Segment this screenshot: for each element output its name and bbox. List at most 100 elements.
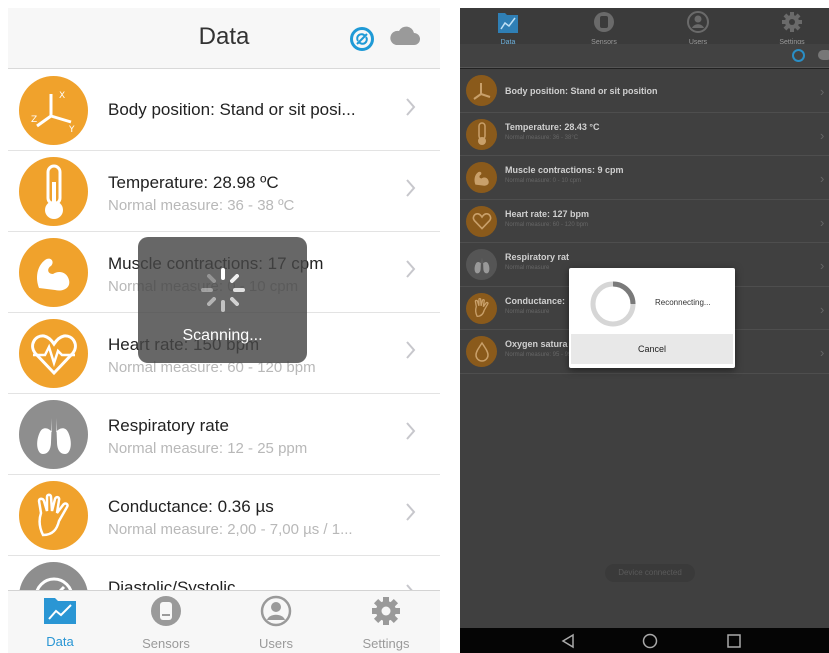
item-title: Temperature: 28.98 ºC xyxy=(108,173,279,192)
hand-icon xyxy=(19,481,88,550)
chevron-right-icon xyxy=(406,503,416,526)
cloud-icon[interactable] xyxy=(818,50,829,60)
item-title: Respiratory rate xyxy=(108,416,229,435)
item-subtitle: Normal measure xyxy=(505,308,550,315)
toast-message: Device connected xyxy=(605,564,695,582)
scanning-label: Scanning... xyxy=(182,327,263,344)
chevron-right-icon: › xyxy=(820,258,825,273)
item-subtitle: Normal measure: 36 - 38°C xyxy=(505,134,579,141)
muscle-icon xyxy=(466,162,497,193)
axes-icon: X Y Z xyxy=(19,76,88,145)
tab-label: Sensors xyxy=(142,636,190,651)
tab-sensors[interactable]: Sensors xyxy=(574,10,634,46)
chevron-right-icon: › xyxy=(820,345,825,360)
thermometer-icon xyxy=(19,157,88,226)
lungs-icon xyxy=(466,249,497,280)
item-title: Body position: Stand or sit posi... xyxy=(108,100,356,119)
tab-sensors[interactable]: Sensors xyxy=(126,595,206,651)
android-nav-bar xyxy=(460,628,829,653)
chevron-right-icon: › xyxy=(820,84,825,99)
list-item-conductance[interactable]: Conductance: 0.36 µs Normal measure: 2,0… xyxy=(8,475,440,556)
cloud-icon[interactable] xyxy=(388,25,420,52)
gear-icon xyxy=(372,597,400,625)
chevron-right-icon xyxy=(406,341,416,364)
chevron-right-icon: › xyxy=(820,171,825,186)
hand-icon xyxy=(466,292,497,324)
scanning-overlay: Scanning... xyxy=(138,237,307,363)
gear-icon xyxy=(782,12,802,32)
item-subtitle: Normal measure: 36 - 38 ºC xyxy=(108,197,295,214)
user-icon xyxy=(687,11,709,33)
list-item-muscle-contractions[interactable]: Muscle contractions: 9 cpm Normal measur… xyxy=(460,156,829,200)
tab-bar: Data Sensors Users Settings xyxy=(460,8,829,46)
item-title: Temperature: 28.43 °C xyxy=(505,121,600,132)
item-subtitle: Normal measure: 2,00 - 7,00 µs / 1... xyxy=(108,521,353,538)
sync-icon[interactable] xyxy=(792,49,805,62)
recents-icon[interactable] xyxy=(726,633,742,649)
dialog-message: Reconnecting... xyxy=(655,298,711,307)
back-icon[interactable] xyxy=(560,633,576,649)
axes-icon xyxy=(466,75,497,106)
tab-settings[interactable]: Settings xyxy=(346,595,426,651)
reconnecting-dialog: Reconnecting... Cancel xyxy=(569,268,735,368)
tab-settings[interactable]: Settings xyxy=(762,10,822,46)
ios-screen: Data X Y Z Body position: Stand or sit pos… xyxy=(8,8,440,653)
android-screen: Data Sensors Users Settings Body positio… xyxy=(460,8,829,653)
cancel-button[interactable]: Cancel xyxy=(571,334,733,364)
item-subtitle: Normal measure xyxy=(505,265,550,271)
tab-data[interactable]: Data xyxy=(20,595,100,649)
item-title: Conductance: xyxy=(505,295,566,306)
chevron-right-icon xyxy=(406,260,416,283)
item-title: Heart rate: 127 bpm xyxy=(505,208,590,219)
lungs-icon xyxy=(19,400,88,469)
progress-spinner-icon xyxy=(590,281,636,327)
home-icon[interactable] xyxy=(642,633,658,649)
muscle-icon xyxy=(19,238,88,307)
tab-label: Data xyxy=(46,634,74,649)
item-title: Oxygen satura xyxy=(505,339,568,349)
sync-icon[interactable] xyxy=(350,27,374,51)
tab-label: Users xyxy=(259,636,293,651)
chevron-right-icon: › xyxy=(820,214,825,230)
list-item-respiratory-rate[interactable]: Respiratory rate Normal measure: 12 - 25… xyxy=(8,394,440,475)
svg-text:Z: Z xyxy=(31,115,37,125)
page-title: Data xyxy=(198,23,250,50)
sensor-icon xyxy=(151,596,181,626)
chevron-right-icon xyxy=(406,422,416,445)
spinner-icon xyxy=(201,268,245,312)
item-subtitle: Normal measure: 95 - 99% xyxy=(505,352,577,358)
list-item-heart-rate[interactable]: Heart rate: 127 bpm Normal measure: 60 -… xyxy=(460,200,829,243)
user-icon xyxy=(260,595,292,627)
heart-icon xyxy=(466,205,497,237)
sensor-icon xyxy=(594,12,614,32)
thermometer-icon xyxy=(466,118,497,150)
item-title: Respiratory rat xyxy=(505,252,570,262)
chevron-right-icon: › xyxy=(820,301,825,317)
navigation-bar: Data xyxy=(8,8,440,69)
chevron-right-icon: › xyxy=(820,127,825,143)
svg-text:Y: Y xyxy=(68,125,75,135)
tab-data[interactable]: Data xyxy=(478,10,538,46)
oxygen-icon xyxy=(466,336,497,367)
status-strip xyxy=(460,44,829,68)
tab-bar: Data Sensors Users Settings xyxy=(8,590,440,653)
item-subtitle: Normal measure: 0 - 10 cpm xyxy=(505,178,582,184)
heart-icon xyxy=(19,319,88,388)
folder-chart-icon xyxy=(498,13,518,33)
tab-users[interactable]: Users xyxy=(236,595,316,651)
item-subtitle: Normal measure: 12 - 25 ppm xyxy=(108,440,308,457)
item-subtitle: Normal measure: 60 - 120 bpm xyxy=(505,221,589,228)
folder-chart-icon xyxy=(44,598,76,624)
tab-label: Settings xyxy=(362,636,410,651)
item-title: Conductance: 0.36 µs xyxy=(108,497,274,516)
list-item-temperature[interactable]: Temperature: 28.98 ºC Normal measure: 36… xyxy=(8,151,440,232)
chevron-right-icon xyxy=(406,179,416,202)
item-title: Muscle contractions: 9 cpm xyxy=(505,165,624,175)
list-item-body-position[interactable]: X Y Z Body position: Stand or sit posi... xyxy=(8,70,440,151)
svg-text:X: X xyxy=(59,91,65,101)
list-item-temperature[interactable]: Temperature: 28.43 °C Normal measure: 36… xyxy=(460,113,829,156)
tab-users[interactable]: Users xyxy=(668,10,728,46)
list-item-body-position[interactable]: Body position: Stand or sit position › xyxy=(460,69,829,113)
item-title: Body position: Stand or sit position xyxy=(505,86,658,96)
chevron-right-icon xyxy=(406,98,416,121)
